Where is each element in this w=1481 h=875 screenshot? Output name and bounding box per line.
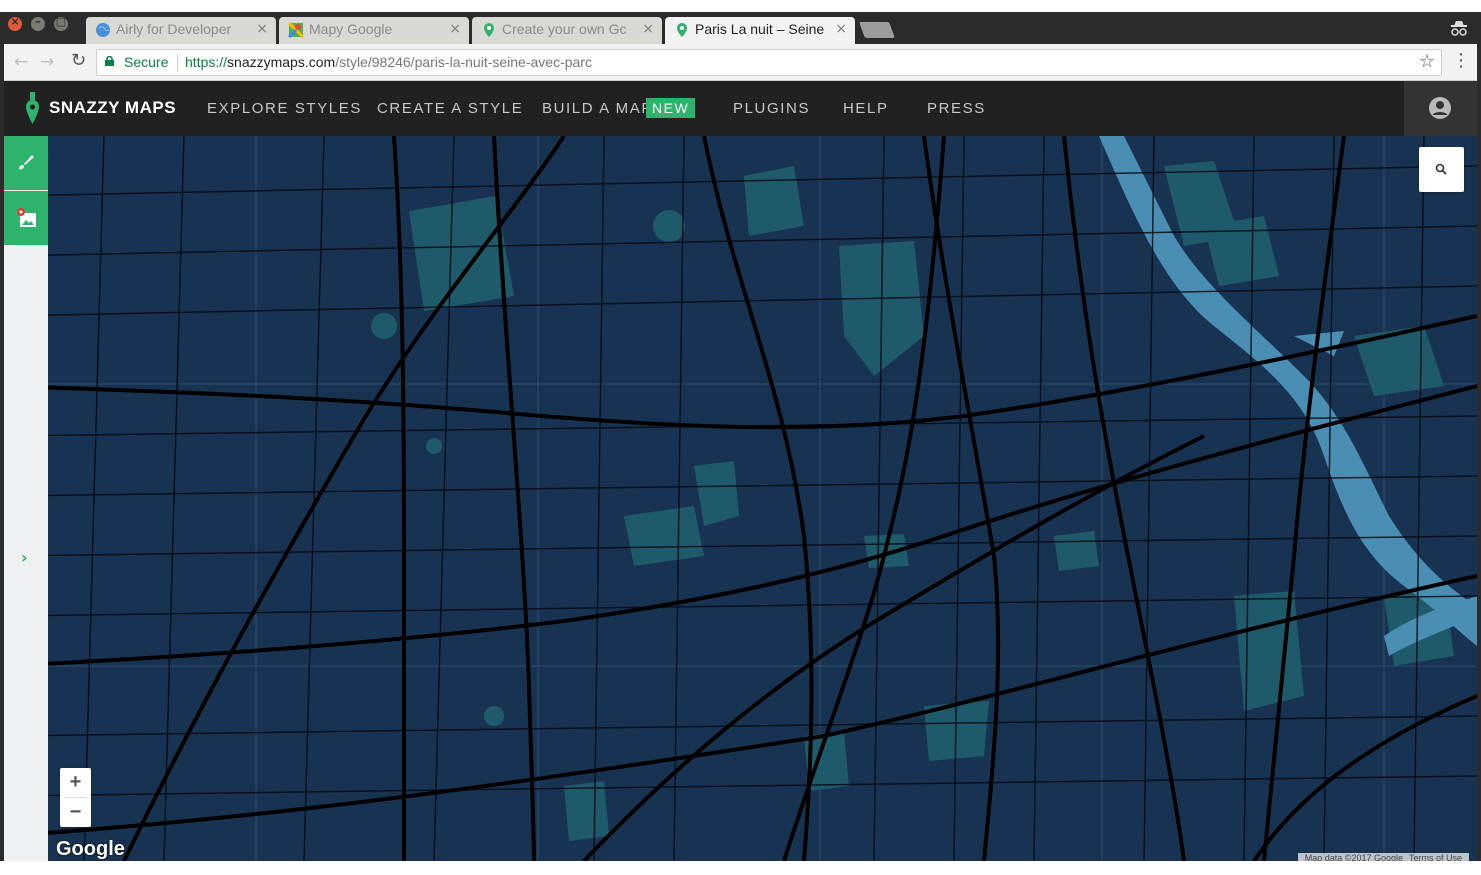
address-divider [177, 54, 178, 71]
browser-tab-2[interactable]: Mapy Google × [279, 17, 469, 44]
url-protocol: https:// [185, 54, 228, 70]
bookmark-star-icon[interactable]: ☆ [1419, 51, 1435, 72]
brush-icon [19, 155, 34, 170]
map-data-credit: Map data ©2017 Google [1304, 853, 1403, 861]
reload-button[interactable]: ↻ [71, 50, 86, 71]
window-minimize-button[interactable]: – [31, 15, 45, 31]
lock-icon [105, 56, 114, 66]
new-badge: NEW [646, 98, 696, 118]
map-canvas[interactable]: › + − Google Map data ©2017 Google Terms … [4, 136, 1477, 861]
google-maps-icon [288, 22, 304, 38]
tab-title: Airly for Developer [116, 21, 232, 37]
tab-close-icon[interactable]: × [449, 21, 461, 37]
map-tiles [4, 136, 1477, 861]
nav-create-style[interactable]: CREATE A STYLE [377, 100, 523, 117]
tab-title: Create your own Gc [502, 21, 627, 37]
incognito-icon [1451, 21, 1467, 36]
back-button[interactable]: ← [14, 52, 28, 72]
tab-close-icon[interactable]: × [835, 21, 847, 37]
style-sidebar: › [4, 136, 48, 861]
window-frame-right [1477, 44, 1481, 861]
browser-menu-icon[interactable]: ⋮ [1452, 50, 1470, 71]
tab-strip: × – □ Airly for Developer × Mapy Google … [0, 0, 1481, 44]
window-close-button[interactable]: × [8, 15, 22, 31]
snazzy-logo-icon[interactable] [26, 92, 39, 124]
forward-button[interactable]: → [40, 52, 54, 72]
tab-close-icon[interactable]: × [256, 21, 268, 37]
zoom-out-button[interactable]: − [60, 798, 91, 827]
account-button[interactable] [1404, 81, 1477, 136]
map-pin-icon [677, 23, 687, 37]
address-bar[interactable]: Secure https://snazzymaps.com/style/9824… [96, 49, 1442, 76]
map-attribution: Map data ©2017 Google Terms of Use [1297, 853, 1469, 861]
google-logo: Google [56, 838, 125, 860]
browser-tab-1[interactable]: Airly for Developer × [86, 17, 276, 44]
nav-plugins[interactable]: PLUGINS [733, 100, 810, 117]
browser-toolbar: ← → ↻ Secure https://snazzymaps.com/styl… [0, 44, 1481, 81]
url-text[interactable]: https://snazzymaps.com/style/98246/paris… [185, 54, 592, 70]
zoom-in-button[interactable]: + [60, 768, 91, 797]
search-icon [1435, 163, 1447, 175]
edit-style-button[interactable] [4, 136, 48, 190]
tab-title: Paris La nuit – Seine [695, 21, 825, 37]
window-maximize-button[interactable]: □ [54, 15, 68, 31]
window-bottom-edge [0, 861, 1481, 875]
browser-tab-4[interactable]: Paris La nuit – Seine × [665, 17, 855, 44]
browser-tab-3[interactable]: Create your own Gc × [472, 17, 662, 44]
tab-close-icon[interactable]: × [642, 21, 654, 37]
nav-explore-styles[interactable]: EXPLORE STYLES [207, 100, 362, 117]
url-host: snazzymaps.com [227, 54, 336, 70]
nav-help[interactable]: HELP [843, 100, 889, 117]
terms-of-use-link[interactable]: Terms of Use [1406, 853, 1465, 861]
globe-icon [96, 23, 110, 37]
map-search-button[interactable] [1419, 147, 1464, 192]
zoom-control: + − [60, 768, 91, 827]
site-navbar: SNAZZY MAPS EXPLORE STYLES CREATE A STYL… [4, 81, 1477, 136]
map-pin-icon [484, 23, 494, 37]
map-image-button[interactable] [4, 191, 48, 245]
nav-build-map[interactable]: BUILD A MAP [542, 100, 653, 117]
image-marker-icon [17, 208, 36, 227]
new-tab-button[interactable] [859, 22, 895, 38]
secure-label: Secure [124, 54, 169, 70]
nav-press[interactable]: PRESS [927, 100, 986, 117]
user-avatar-icon [1429, 97, 1451, 119]
expand-sidebar-chevron-icon[interactable]: › [21, 548, 28, 567]
brand-name[interactable]: SNAZZY MAPS [49, 98, 176, 118]
tab-title: Mapy Google [309, 21, 393, 37]
url-path: /style/98246/paris-la-nuit-seine-avec-pa… [335, 54, 592, 70]
